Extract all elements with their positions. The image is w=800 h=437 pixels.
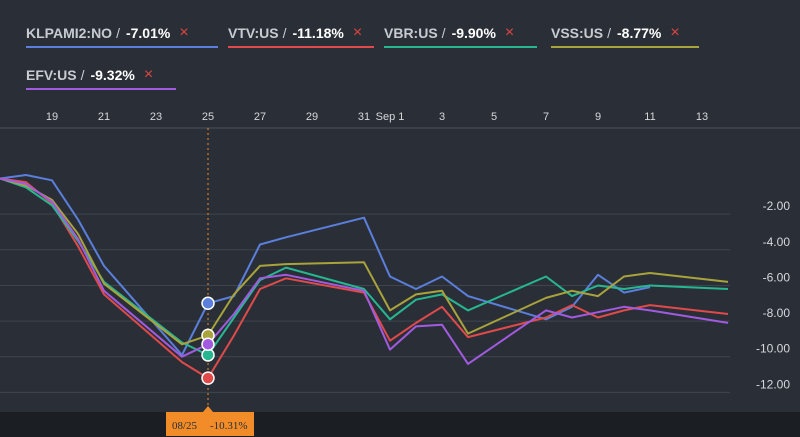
- x-tick-label: 23: [150, 111, 162, 123]
- y-tick-label: -12.00: [756, 377, 790, 391]
- y-tick-label: -6.00: [763, 270, 791, 284]
- crosshair-marker: [201, 337, 215, 352]
- x-tick-label: Sep 1: [376, 111, 405, 123]
- crosshair-label: 08/25 -10.31%: [166, 406, 254, 436]
- x-tick-label: 31: [358, 111, 370, 123]
- x-tick-label: 13: [696, 111, 708, 123]
- series-line: [0, 177, 729, 346]
- y-tick-label: -10.00: [756, 342, 790, 356]
- x-tick-label: 21: [98, 111, 110, 123]
- grid-lines: [0, 213, 730, 393]
- x-tick-label: 29: [306, 111, 318, 123]
- x-axis-ticks: 19 21 23 25 27 29 31 Sep 1 3 5 7 9 11 13: [46, 111, 708, 123]
- crosshair-date: 08/25: [172, 420, 198, 432]
- line-chart: 19 21 23 25 27 29 31 Sep 1 3 5 7 9 11 13 -2.00 -4.00 -6…: [0, 111, 800, 437]
- x-tick-label: 19: [46, 111, 58, 123]
- x-tick-label: 5: [491, 111, 497, 123]
- x-tick-label: 7: [543, 111, 549, 123]
- x-tick-label: 25: [202, 111, 214, 123]
- x-axis-bar: [0, 412, 800, 437]
- crosshair-value: -10.31%: [210, 420, 248, 432]
- x-tick-label: 11: [644, 111, 655, 123]
- y-tick-label: -8.00: [763, 306, 791, 320]
- crosshair-marker: [201, 296, 215, 311]
- series-lines: [0, 174, 729, 380]
- crosshair-pointer: [203, 406, 213, 412]
- series-line: [0, 177, 729, 380]
- x-tick-label: 9: [595, 111, 601, 123]
- y-tick-label: -4.00: [763, 235, 791, 249]
- x-tick-label: 27: [254, 111, 266, 123]
- y-tick-label: -2.00: [763, 199, 791, 213]
- x-tick-label: 3: [439, 111, 445, 123]
- series-line: [0, 174, 651, 356]
- y-axis-ticks: -2.00 -4.00 -6.00 -8.00 -10.00 -12.00: [756, 199, 790, 391]
- crosshair-marker: [201, 371, 215, 385]
- series-line: [0, 177, 729, 356]
